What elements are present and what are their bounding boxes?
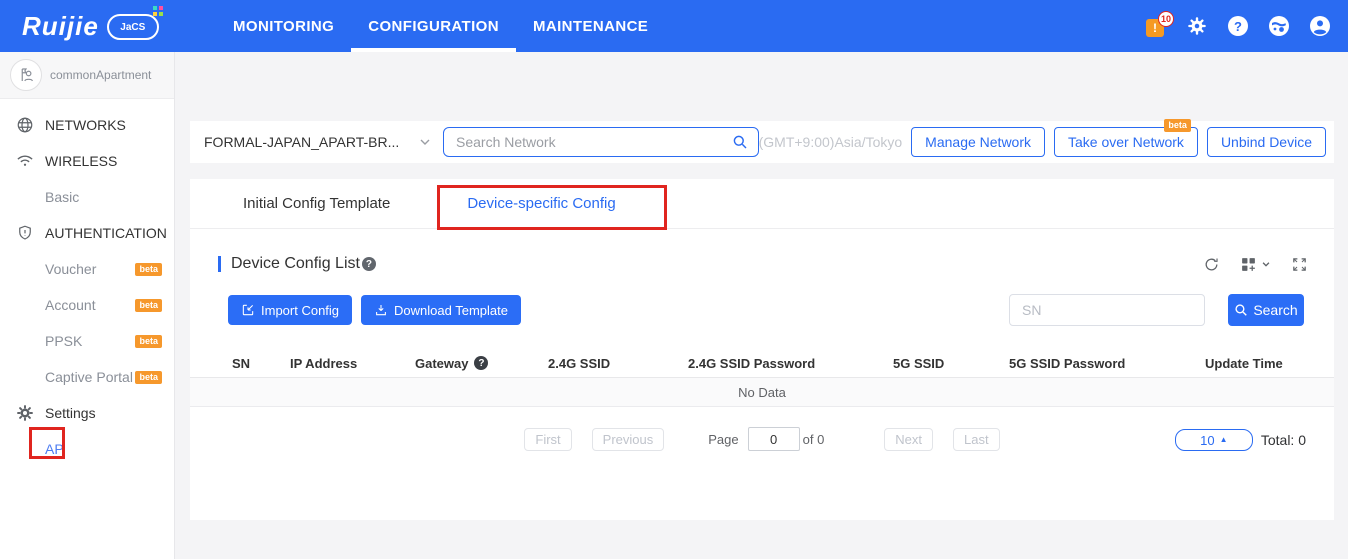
language-globe-icon[interactable] bbox=[1269, 16, 1289, 36]
nav-monitoring[interactable]: MONITORING bbox=[216, 0, 351, 52]
page-size-select[interactable]: 10 ▲ bbox=[1174, 429, 1253, 451]
column-settings-icon[interactable] bbox=[1240, 256, 1271, 273]
sidebar-nav: NETWORKS WIRELESS Basic AUTHENTICATION V… bbox=[0, 99, 174, 467]
first-page-button[interactable]: First bbox=[524, 427, 572, 451]
beta-badge: beta bbox=[135, 334, 162, 348]
pagination-controls: First Previous Page of 0 Next Last bbox=[190, 427, 1334, 451]
take-over-network-button[interactable]: Take over Network beta bbox=[1054, 119, 1198, 157]
beta-badge: beta bbox=[1164, 119, 1191, 132]
beta-badge: beta bbox=[135, 370, 162, 384]
search-button[interactable]: Search bbox=[1228, 294, 1304, 326]
config-panel: Initial Config Template Device-specific … bbox=[190, 179, 1334, 520]
nav-configuration[interactable]: CONFIGURATION bbox=[351, 0, 516, 52]
sidebar-item-settings[interactable]: Settings bbox=[0, 395, 174, 431]
import-icon bbox=[242, 304, 254, 316]
page-label: Page bbox=[708, 431, 739, 447]
pagination: First Previous Page of 0 Next Last 10 ▲ … bbox=[190, 427, 1334, 457]
sidebar-item-ppsk[interactable]: PPSK beta bbox=[0, 323, 174, 359]
col-24g-ssid-password: 2.4G SSID Password bbox=[688, 355, 816, 371]
network-search-box bbox=[443, 127, 759, 157]
gateway-help-icon[interactable]: ? bbox=[474, 356, 489, 370]
chevron-down-icon bbox=[1262, 262, 1270, 267]
network-selector-dropdown[interactable]: FORMAL-JAPAN_APART-BR... bbox=[204, 134, 435, 150]
search-icon[interactable] bbox=[732, 134, 748, 150]
sidebar-item-networks[interactable]: NETWORKS bbox=[0, 107, 174, 143]
top-actions: ! 10 ? bbox=[1146, 0, 1348, 52]
help-tooltip-icon[interactable]: ? bbox=[361, 257, 376, 271]
device-config-table: SN IP Address Gateway ? 2.4G SSID 2.4G S… bbox=[190, 349, 1334, 407]
beta-badge: beta bbox=[135, 262, 162, 276]
timezone-label: (GMT+9:00)Asia/Tokyo bbox=[758, 134, 903, 150]
notification-count-badge: 10 bbox=[1157, 11, 1174, 27]
device-config-list-header: Device Config List ? bbox=[190, 247, 1334, 281]
nav-maintenance[interactable]: MAINTENANCE bbox=[516, 0, 665, 52]
list-actions-row: Import Config Download Template Search bbox=[190, 293, 1334, 327]
chevron-down-icon bbox=[419, 136, 431, 148]
col-24g-ssid: 2.4G SSID bbox=[548, 355, 611, 371]
page-of-total-label: of 0 bbox=[802, 431, 825, 447]
sidebar-item-authentication[interactable]: AUTHENTICATION bbox=[0, 215, 174, 251]
pagination-right: 10 ▲ Total: 0 bbox=[1174, 429, 1306, 451]
col-ip-address: IP Address bbox=[290, 355, 358, 371]
top-navigation: MONITORING CONFIGURATION MAINTENANCE bbox=[216, 0, 665, 52]
brand-text: Ruijie bbox=[22, 11, 99, 41]
previous-page-button[interactable]: Previous bbox=[591, 427, 665, 451]
table-header-row: SN IP Address Gateway ? 2.4G SSID 2.4G S… bbox=[190, 349, 1334, 378]
tab-initial-config-template[interactable]: Initial Config Template bbox=[218, 179, 415, 228]
network-search-input[interactable] bbox=[444, 134, 758, 150]
sidebar-item-captive-portal[interactable]: Captive Portal beta bbox=[0, 359, 174, 395]
account-strip: commonApartment bbox=[0, 52, 174, 99]
import-config-button[interactable]: Import Config bbox=[228, 295, 353, 325]
download-icon bbox=[376, 305, 386, 316]
col-sn: SN bbox=[232, 355, 251, 371]
brand-sub-text: JaCS bbox=[120, 21, 146, 33]
cloud-dots-decoration bbox=[152, 6, 163, 16]
manage-network-button[interactable]: Manage Network bbox=[911, 127, 1045, 157]
sidebar-item-wireless[interactable]: WIRELESS bbox=[0, 143, 174, 179]
sidebar-item-basic[interactable]: Basic bbox=[0, 179, 174, 215]
col-update-time: Update Time bbox=[1205, 355, 1283, 371]
sidebar-item-account[interactable]: Account beta bbox=[0, 287, 174, 323]
help-icon[interactable]: ? bbox=[1228, 16, 1248, 36]
empty-state-row: No Data bbox=[190, 378, 1334, 407]
total-count-label: Total: 0 bbox=[1260, 432, 1306, 448]
settings-gear-icon[interactable] bbox=[1187, 16, 1207, 36]
next-page-button[interactable]: Next bbox=[884, 427, 934, 451]
network-toolbar: FORMAL-JAPAN_APART-BR... (GMT+9:00)Asia/… bbox=[190, 119, 1334, 163]
expand-icon[interactable] bbox=[1291, 256, 1308, 273]
sidebar: commonApartment NETWORKS WIRELESS Basic bbox=[0, 52, 175, 559]
top-bar: Ruijie JaCS MONITORING CONFIGURATION MAI… bbox=[0, 0, 1348, 52]
col-5g-ssid: 5G SSID bbox=[893, 355, 945, 371]
sidebar-item-ap[interactable]: AP bbox=[0, 431, 174, 467]
panel-tools bbox=[1203, 256, 1308, 273]
jacs-cloud-logo: JaCS bbox=[106, 6, 163, 40]
sidebar-item-voucher[interactable]: Voucher beta bbox=[0, 251, 174, 287]
title-accent-bar bbox=[218, 256, 221, 272]
shield-icon bbox=[16, 224, 34, 242]
panel-title: Device Config List bbox=[231, 255, 360, 272]
refresh-icon[interactable] bbox=[1203, 256, 1220, 273]
last-page-button[interactable]: Last bbox=[953, 427, 1000, 451]
beta-badge: beta bbox=[135, 298, 162, 312]
account-name: commonApartment bbox=[50, 68, 152, 82]
notification-icon[interactable]: ! 10 bbox=[1146, 11, 1174, 37]
globe-icon bbox=[16, 116, 34, 134]
wifi-icon bbox=[16, 152, 34, 170]
account-icon[interactable] bbox=[1310, 16, 1330, 36]
download-template-button[interactable]: Download Template bbox=[361, 295, 521, 325]
gear-icon bbox=[16, 404, 34, 422]
col-5g-ssid-password: 5G SSID Password bbox=[1009, 355, 1126, 371]
chevron-up-icon: ▲ bbox=[1219, 435, 1228, 444]
account-avatar-icon[interactable] bbox=[10, 59, 42, 91]
tab-device-specific-config[interactable]: Device-specific Config bbox=[442, 179, 642, 229]
unbind-device-button[interactable]: Unbind Device bbox=[1206, 127, 1326, 157]
ruijie-logo: Ruijie JaCS bbox=[0, 0, 200, 52]
search-icon bbox=[1235, 304, 1248, 316]
network-selector-value: FORMAL-JAPAN_APART-BR... bbox=[204, 134, 400, 150]
col-gateway: Gateway ? bbox=[415, 356, 548, 371]
config-tabs: Initial Config Template Device-specific … bbox=[190, 179, 1334, 229]
page-number-input[interactable] bbox=[747, 427, 800, 451]
sn-search-input[interactable] bbox=[1009, 294, 1205, 326]
